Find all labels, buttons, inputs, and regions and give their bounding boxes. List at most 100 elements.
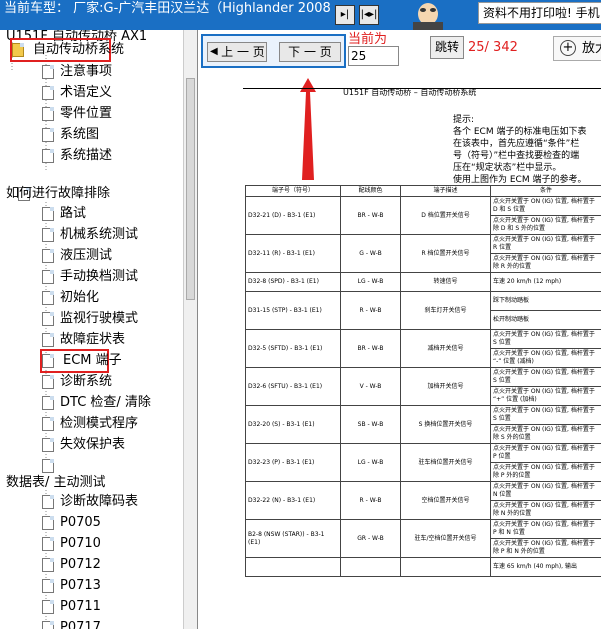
- tree-item-diag-11[interactable]: 失效保护表: [42, 435, 125, 455]
- tree-item-label: 如何进行故障排除: [6, 186, 111, 201]
- tree-item-diag-5[interactable]: 监视行驶模式: [42, 309, 138, 329]
- tree-group-datalist[interactable]: 数据表/ 主动测试: [0, 473, 106, 493]
- tree-item-label: 注意事项: [60, 64, 113, 79]
- document-icon: [42, 312, 54, 326]
- tree-item-label: 检测模式程序: [60, 416, 139, 431]
- tree-item-label: P0710: [60, 536, 101, 551]
- tree-item-diag-8[interactable]: 诊断系统: [42, 372, 112, 392]
- title-bar: 当前车型： 厂家:G-广汽丰田汉兰达（Highlander 2008 ▸| |◂…: [0, 0, 601, 30]
- promo-banner[interactable]: 资料不用打印啦! 手机: [478, 2, 601, 24]
- cell-condition: 点火开关置于 ON (IG) 位置, 档杆置于除 R 外的位置: [490, 253, 601, 273]
- document-icon: [42, 537, 54, 551]
- tree-item-label: P0717: [60, 620, 101, 629]
- tree-item-dtc-4[interactable]: P0713: [42, 576, 101, 596]
- cell-desc: 转速信号: [400, 272, 491, 292]
- tree-item-dtc-6[interactable]: P0717: [42, 618, 101, 629]
- cell-condition: 点火开关置于 ON (IG) 位置, 档杆置于 “+” 位置 (加档): [490, 386, 601, 406]
- cell-color: LG - W-B: [340, 443, 401, 482]
- tree-item-diag-2[interactable]: 液压测试: [42, 246, 112, 266]
- cell-condition: 点火开关置于 ON (IG) 位置, 档杆置于 N 位置: [490, 481, 601, 501]
- document-icon: [42, 621, 54, 629]
- tree-item-dtc-0[interactable]: 诊断故障码表: [42, 492, 138, 512]
- tree-item-label: P0712: [60, 557, 101, 572]
- tree-item-sys-3[interactable]: 系统图: [42, 125, 99, 145]
- tree-item-label: 路试: [60, 206, 87, 221]
- col-description: 端子描述: [400, 185, 491, 197]
- cell-condition: 点火开关置于 ON (IG) 位置, 档杆置于 P 位置: [490, 443, 601, 463]
- document-icon: [42, 333, 54, 347]
- document-icon: [42, 65, 54, 79]
- cell-term: [245, 557, 341, 577]
- cell-condition: 车速 65 km/h (40 mph), 输出: [490, 557, 601, 577]
- document-icon: [42, 270, 54, 284]
- document-icon: [42, 579, 54, 593]
- tree-item-diag-7[interactable]: ECM 端子: [40, 349, 122, 373]
- scrollbar-thumb[interactable]: [186, 78, 195, 300]
- cell-desc: 驻车/空档位置开关信号: [400, 519, 491, 558]
- col-terminal: 端子号（符号）: [245, 185, 341, 197]
- tree-item-diag-6[interactable]: 故障症状表: [42, 330, 125, 350]
- tree-item-sys-2[interactable]: 零件位置: [42, 104, 112, 124]
- document-icon: [42, 228, 54, 242]
- tree-group-troubleshoot[interactable]: 如何进行故障排除: [0, 184, 110, 204]
- cell-color: BR - W-B: [340, 196, 401, 235]
- cell-desc: S 换档位置开关信号: [400, 405, 491, 444]
- cell-term: D31-15 (STP) - B3-1 (E1): [245, 291, 341, 330]
- cell-condition: 点火开关置于 ON (IG) 位置, 档杆置于除 D 和 S 外的位置: [490, 215, 601, 235]
- tree-item-sys-0[interactable]: 注意事项: [42, 62, 112, 82]
- cell-condition: 踩下制动踏板: [490, 291, 601, 311]
- document-icon: [42, 516, 54, 530]
- tree-item-diag-1[interactable]: 机械系统测试: [42, 225, 138, 245]
- table-row: D32-23 (P) - B3-1 (E1) LG - W-B 驻车档位置开关信号点…: [245, 443, 601, 482]
- expand-right-icon[interactable]: ▸|: [335, 5, 355, 25]
- cell-color: [340, 557, 401, 577]
- tree-item-label: P0711: [60, 599, 101, 614]
- cell-condition: 点火开关置于 ON (IG) 位置, 档杆置于 D 和 S 位置: [490, 196, 601, 216]
- document-icon: [42, 396, 54, 410]
- tree-item-label: 数据表/ 主动测试: [6, 475, 106, 490]
- doc-title: U151F 自动传动桥 – 自动传动桥系统: [343, 88, 477, 97]
- tree-item-diag-10[interactable]: 检测模式程序: [42, 414, 138, 434]
- document-icon: [42, 149, 54, 163]
- document-icon: [42, 600, 54, 614]
- cell-condition: 点火开关置于 ON (IG) 位置, 档杆置于除 S 外的位置: [490, 424, 601, 444]
- document-icon: [42, 354, 54, 368]
- table-row: B2-8 (NSW (STAR)) - B3-1 (E1) GR - W-B 驻车/…: [245, 519, 601, 558]
- tree-item-dtc-3[interactable]: P0712: [42, 555, 101, 575]
- cell-desc: D 档位置开关信号: [400, 196, 491, 235]
- cell-color: LG - W-B: [340, 272, 401, 292]
- table-row: D32-11 (R) - B3-1 (E1) G - W-B R 档位置开关信号 点火…: [245, 234, 601, 273]
- document-icon: [42, 249, 54, 263]
- expand-both-icon[interactable]: |◂▸|: [359, 5, 379, 25]
- tree-item-sys-1[interactable]: 术语定义: [42, 83, 112, 103]
- table-row: D32-8 (SPD) - B3-1 (E1) LG - W-B 转速信号 车速 20…: [245, 272, 601, 292]
- document-icon: [42, 107, 54, 121]
- ecm-terminal-table: 端子号（符号） 配线颜色 端子描述 条件 D32-21 (D) - B3-1 (…: [245, 185, 601, 577]
- cell-condition: 点火开关置于 ON (IG) 位置, 档杆置于除 N 外的位置: [490, 500, 601, 520]
- tree-item-dtc-1[interactable]: P0705: [42, 513, 101, 533]
- tree-item-sys-4[interactable]: 系统描述: [42, 146, 112, 166]
- tree-item-label: 机械系统测试: [60, 227, 139, 242]
- cell-term: D32-21 (D) - B3-1 (E1): [245, 196, 341, 235]
- tree-item-label: 系统图: [60, 127, 100, 142]
- cell-term: D32-8 (SPD) - B3-1 (E1): [245, 272, 341, 292]
- document-icon: [42, 459, 54, 473]
- tree-item-diag-3[interactable]: 手动换档测试: [42, 267, 138, 287]
- tree-item-diag-9[interactable]: DTC 检查/ 清除: [42, 393, 151, 413]
- cell-condition: 点火开关置于 ON (IG) 位置, 档杆置于 P 和 N 位置: [490, 519, 601, 539]
- tree-item-diag-0[interactable]: 路试: [42, 204, 86, 224]
- document-icon: [42, 375, 54, 389]
- tree-item-dtc-5[interactable]: P0711: [42, 597, 101, 617]
- cell-condition: 车速 20 km/h (12 mph): [490, 272, 601, 292]
- table-row: D32-22 (N) - B3-1 (E1) R - W-B 空档位置开关信号 点火开…: [245, 481, 601, 520]
- folder-icon: [12, 43, 24, 57]
- cell-color: BR - W-B: [340, 329, 401, 368]
- tree-item-dtc-2[interactable]: P0710: [42, 534, 101, 554]
- tree-item-diag-4[interactable]: 初始化: [42, 288, 99, 308]
- document-icon: [42, 558, 54, 572]
- document-icon: [42, 128, 54, 142]
- tree-folder-system[interactable]: 自动传动桥系统: [9, 38, 124, 62]
- tree-item-label: 故障症状表: [60, 332, 126, 347]
- document-icon: [42, 438, 54, 452]
- tree-scrollbar[interactable]: [183, 30, 197, 629]
